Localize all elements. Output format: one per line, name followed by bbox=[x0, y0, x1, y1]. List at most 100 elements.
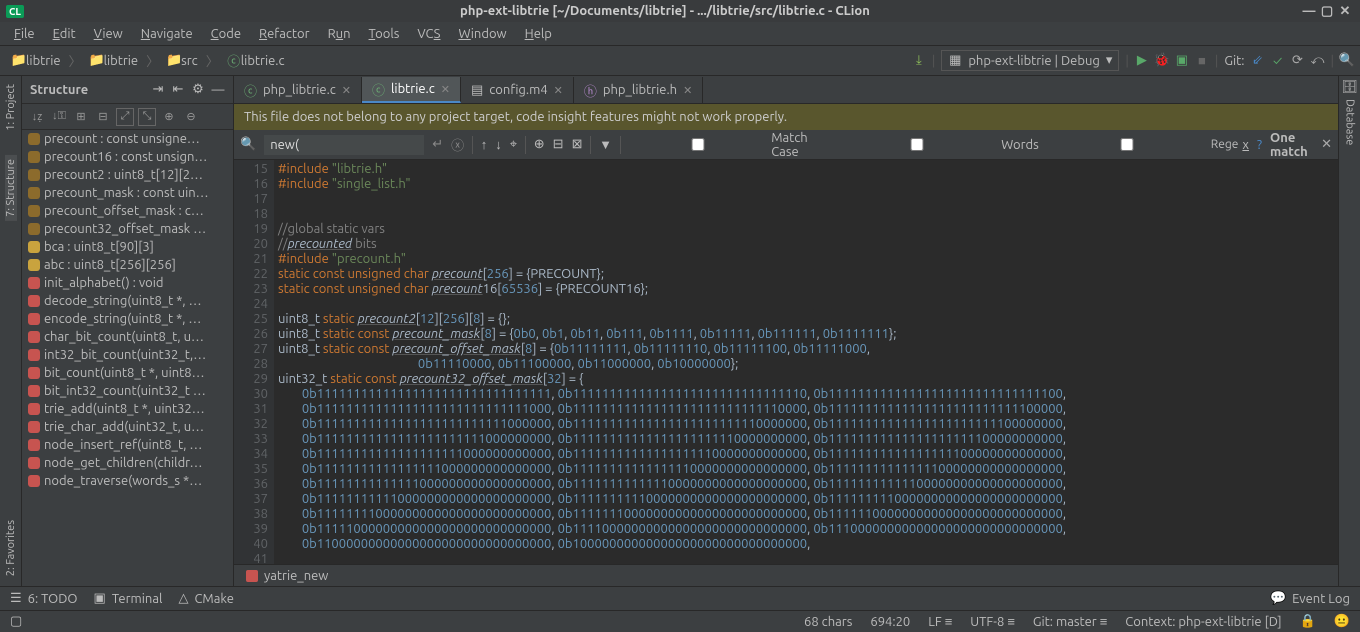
find-input[interactable] bbox=[264, 135, 424, 155]
filter-icon[interactable]: ▼ bbox=[599, 137, 612, 152]
gear-icon[interactable]: ⚙ bbox=[191, 83, 205, 97]
structure-item[interactable]: node_insert_ref(uint8_t, … bbox=[22, 436, 233, 454]
menu-tools[interactable]: Tools bbox=[361, 25, 408, 43]
event-log[interactable]: 💬Event Log bbox=[1270, 591, 1350, 606]
tab-config-m4[interactable]: ▤ config.m4 ✕ bbox=[461, 77, 574, 103]
select-word-icon[interactable]: ⊟ bbox=[553, 137, 564, 152]
close-icon[interactable]: ✕ bbox=[441, 83, 450, 96]
structure-item[interactable]: precount : const unsigne… bbox=[22, 130, 233, 148]
structure-item[interactable]: precount32_offset_mask … bbox=[22, 220, 233, 238]
structure-item[interactable]: trie_add(uint8_t *, uint32… bbox=[22, 400, 233, 418]
collapse-all-icon[interactable]: ⊖ bbox=[182, 108, 200, 126]
autoscroll-source-icon[interactable]: ⤢ bbox=[116, 108, 134, 126]
next-match-icon[interactable]: ↓ bbox=[495, 137, 502, 152]
breadcrumb-item[interactable]: 📁 src bbox=[161, 52, 204, 70]
autoscroll-editor-icon[interactable]: ⤡ bbox=[138, 108, 156, 126]
tool-project[interactable]: 1: Project bbox=[5, 80, 17, 135]
breadcrumb-item[interactable]: 📁 libtrie bbox=[84, 52, 145, 70]
crumb-label[interactable]: yatrie_new bbox=[264, 569, 328, 583]
expand-all-icon[interactable]: ⊕ bbox=[160, 108, 178, 126]
code-content[interactable]: #include "libtrie.h" #include "single_li… bbox=[274, 160, 1338, 564]
minimize-button[interactable]: — bbox=[1300, 4, 1318, 18]
tab-libtrie-c[interactable]: ⓒ libtrie.c ✕ bbox=[362, 77, 461, 103]
close-find-icon[interactable]: ✕ bbox=[1321, 137, 1332, 152]
match-case-checkbox[interactable]: Match Case bbox=[629, 131, 830, 159]
tab-php-libtrie-c[interactable]: ⓒ php_libtrie.c ✕ bbox=[234, 77, 362, 103]
hide-icon[interactable]: — bbox=[211, 83, 225, 97]
structure-item[interactable]: node_get_children(childr… bbox=[22, 454, 233, 472]
menu-code[interactable]: Code bbox=[203, 25, 249, 43]
select-all-occ-icon[interactable]: ⊠ bbox=[572, 137, 583, 152]
clear-icon[interactable]: ⓧ bbox=[451, 135, 464, 154]
prev-match-icon[interactable]: ↑ bbox=[481, 137, 488, 152]
structure-item[interactable]: trie_char_add(uint32_t, u… bbox=[22, 418, 233, 436]
regex-checkbox[interactable]: Regex bbox=[1047, 138, 1249, 152]
expand-icon[interactable]: ⇤ bbox=[171, 83, 185, 97]
close-icon[interactable]: ✕ bbox=[683, 84, 692, 97]
menu-vcs[interactable]: VCS bbox=[409, 25, 448, 43]
tool-todo[interactable]: ☰6: TODO bbox=[10, 591, 78, 606]
tool-windows-icon[interactable]: ▢ bbox=[10, 614, 22, 629]
structure-item[interactable]: bit_int32_count(uint32_t … bbox=[22, 382, 233, 400]
maximize-button[interactable]: ▢ bbox=[1318, 4, 1336, 19]
status-line-ending[interactable]: LF ≡ bbox=[928, 614, 952, 629]
git-revert-icon[interactable]: ⤺ bbox=[1311, 54, 1325, 68]
structure-item[interactable]: int32_bit_count(uint32_t,… bbox=[22, 346, 233, 364]
structure-item[interactable]: precount16 : const unsign… bbox=[22, 148, 233, 166]
close-icon[interactable]: ✕ bbox=[554, 84, 563, 97]
structure-item[interactable]: char_bit_count(uint8_t, u… bbox=[22, 328, 233, 346]
stop-icon[interactable]: ■ bbox=[1195, 54, 1209, 68]
code-editor[interactable]: 15 16 17 18 19 20 21 22 23 24 25 26 27 2… bbox=[234, 160, 1338, 564]
breadcrumb-item[interactable]: ⓒ libtrie.c bbox=[221, 52, 291, 70]
inspections-icon[interactable]: 😐 bbox=[1334, 614, 1350, 629]
tool-database[interactable]: Database bbox=[1344, 95, 1356, 149]
menu-run[interactable]: Run bbox=[320, 25, 359, 43]
status-pos[interactable]: 694:20 bbox=[870, 615, 910, 629]
newline-icon[interactable]: ↵ bbox=[432, 137, 443, 152]
tool-cmake[interactable]: △CMake bbox=[178, 591, 233, 606]
breadcrumb-item[interactable]: 📁 libtrie bbox=[6, 52, 67, 70]
close-icon[interactable]: ✕ bbox=[342, 84, 351, 97]
group-icon[interactable]: ⊞ bbox=[72, 108, 90, 126]
group2-icon[interactable]: ⊟ bbox=[94, 108, 112, 126]
menu-navigate[interactable]: Navigate bbox=[133, 25, 201, 43]
git-history-icon[interactable]: ⟳ bbox=[1291, 54, 1305, 68]
structure-item[interactable]: precount_mask : const uin… bbox=[22, 184, 233, 202]
sort-alpha-icon[interactable]: ↓ẓ bbox=[28, 108, 46, 126]
menu-help[interactable]: Help bbox=[517, 25, 560, 43]
menu-edit[interactable]: Edit bbox=[45, 25, 84, 43]
collapse-icon[interactable]: ⇥ bbox=[151, 83, 165, 97]
menu-refactor[interactable]: Refactor bbox=[251, 25, 318, 43]
tab-php-libtrie-h[interactable]: ⓗ php_libtrie.h ✕ bbox=[574, 77, 703, 103]
structure-item[interactable]: encode_string(uint8_t *, … bbox=[22, 310, 233, 328]
structure-item[interactable]: bca : uint8_t[90][3] bbox=[22, 238, 233, 256]
build-icon[interactable]: ⤓ bbox=[912, 54, 926, 68]
menu-window[interactable]: Window bbox=[450, 25, 514, 43]
structure-item[interactable]: decode_string(uint8_t *, … bbox=[22, 292, 233, 310]
menu-file[interactable]: File bbox=[6, 25, 43, 43]
help-icon[interactable]: ? bbox=[1257, 138, 1262, 152]
structure-item[interactable]: node_traverse(words_s *… bbox=[22, 472, 233, 490]
run-config-selector[interactable]: ▦ php-ext-libtrie | Debug ▾ bbox=[941, 50, 1119, 71]
status-branch[interactable]: Git: master ≡ bbox=[1033, 614, 1107, 629]
structure-item[interactable]: precount2 : uint8_t[12][2… bbox=[22, 166, 233, 184]
coverage-icon[interactable]: ▣ bbox=[1175, 54, 1189, 68]
close-window-button[interactable]: ✕ bbox=[1336, 4, 1354, 19]
debug-icon[interactable]: 🐞 bbox=[1155, 54, 1169, 68]
structure-item[interactable]: bit_count(uint8_t *, uint8… bbox=[22, 364, 233, 382]
run-icon[interactable]: ▶ bbox=[1135, 54, 1149, 68]
lock-icon[interactable]: 🔒 bbox=[1300, 614, 1316, 629]
add-selection-icon[interactable]: ⊕ bbox=[534, 137, 545, 152]
search-icon[interactable]: 🔍 bbox=[1340, 54, 1354, 68]
git-update-icon[interactable]: ⇙ bbox=[1251, 54, 1265, 68]
structure-item[interactable]: abc : uint8_t[256][256] bbox=[22, 256, 233, 274]
structure-item[interactable]: precount_offset_mask : c… bbox=[22, 202, 233, 220]
tool-structure[interactable]: 7: Structure bbox=[5, 155, 17, 221]
status-context[interactable]: Context: php-ext-libtrie [D] bbox=[1125, 615, 1281, 629]
menu-view[interactable]: View bbox=[86, 25, 131, 43]
tool-favorites[interactable]: 2: Favorites bbox=[5, 516, 17, 580]
select-all-icon[interactable]: ⌖ bbox=[510, 137, 517, 152]
structure-item[interactable]: init_alphabet() : void bbox=[22, 274, 233, 292]
git-commit-icon[interactable]: ✓ bbox=[1271, 54, 1285, 68]
status-encoding[interactable]: UTF-8 ≡ bbox=[970, 614, 1015, 629]
